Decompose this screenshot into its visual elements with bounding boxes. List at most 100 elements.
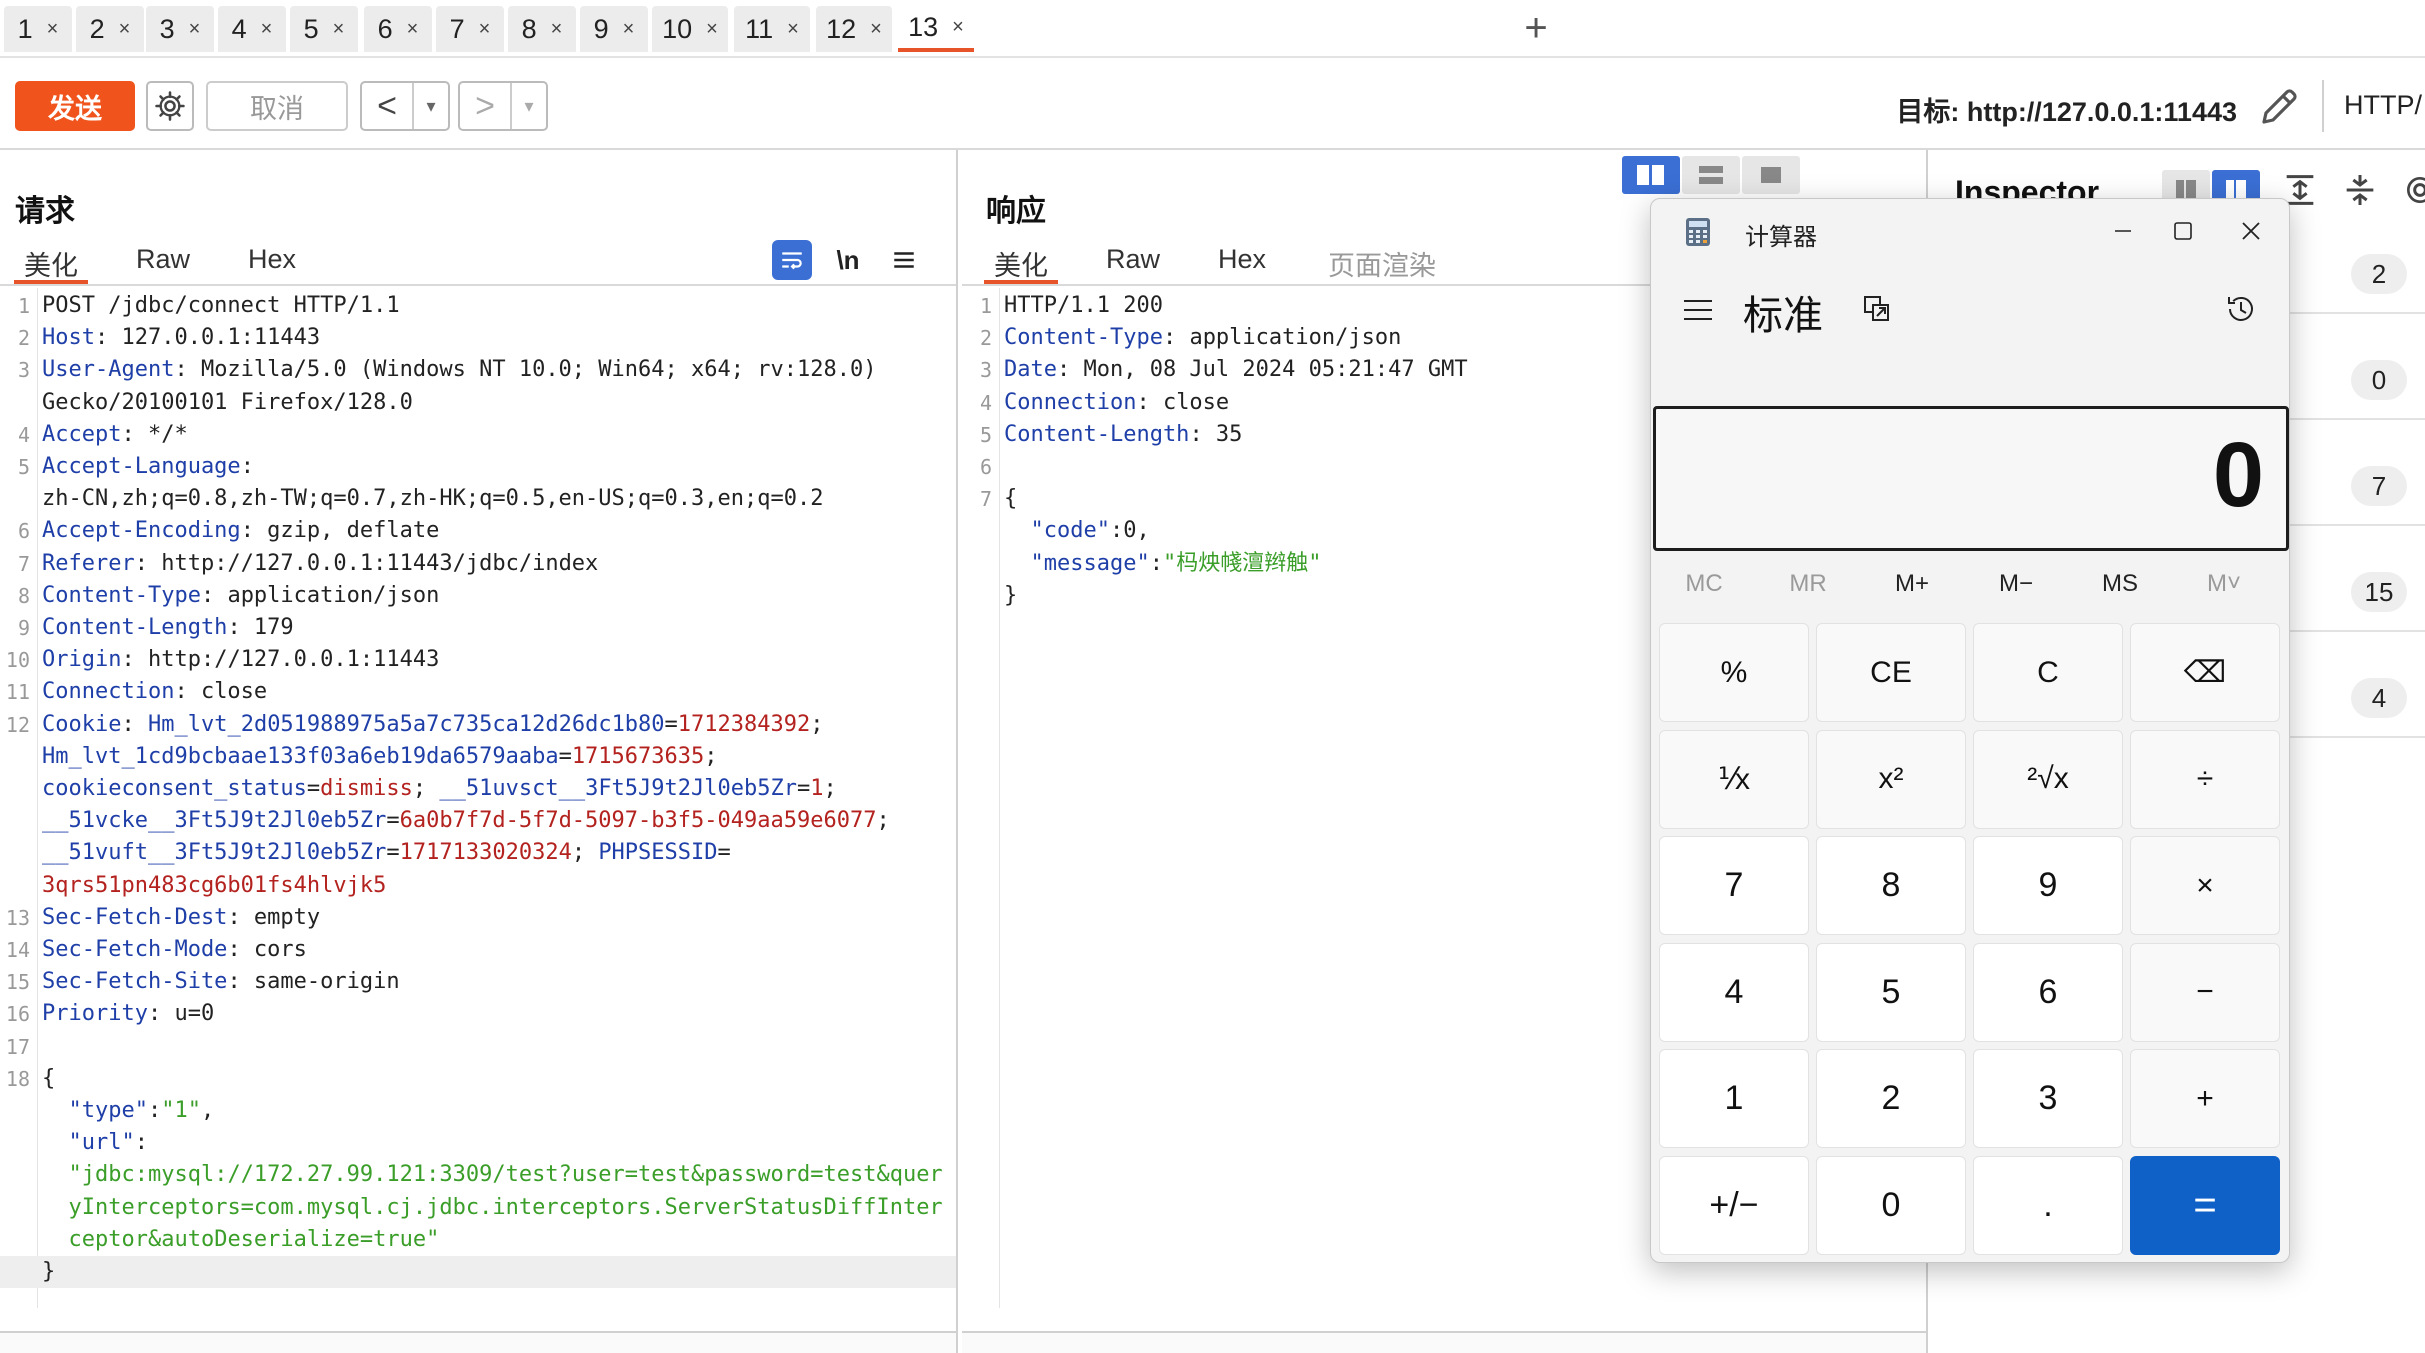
multiply-key[interactable]: ×	[2130, 836, 2280, 935]
equals-key[interactable]: =	[2130, 1155, 2280, 1255]
forward-arrow-icon[interactable]: >	[460, 83, 510, 129]
repeater-tab-bar: 1 × 2 × 3 × 4 × 5 × 6 × 7 × 8 × 9 × 10 × 11 × 12 × 13 × +	[0, 0, 2425, 58]
tab-3[interactable]: 3 ×	[146, 6, 214, 52]
close-button[interactable]	[2219, 207, 2283, 255]
tab-close-icon[interactable]: ×	[870, 18, 882, 41]
three-key[interactable]: 3	[1973, 1049, 2123, 1148]
eight-key[interactable]: 8	[1816, 836, 1966, 935]
keep-on-top-icon[interactable]	[1861, 293, 1893, 325]
tab-close-icon[interactable]: ×	[407, 18, 419, 41]
memory-list-button[interactable]: M˅	[2179, 570, 2269, 598]
tab-raw[interactable]: Raw	[1096, 244, 1170, 284]
word-wrap-toggle[interactable]	[772, 240, 812, 280]
mr-button[interactable]: MR	[1763, 570, 1853, 598]
backspace-key[interactable]: ⌫	[2130, 623, 2280, 722]
new-tab-button[interactable]: +	[1516, 8, 1556, 48]
two-key[interactable]: 2	[1816, 1049, 1966, 1148]
http-version-selector[interactable]: HTTP/	[2344, 90, 2422, 121]
one-key[interactable]: 1	[1659, 1049, 1809, 1148]
nine-key[interactable]: 9	[1973, 836, 2123, 935]
m-plus-button[interactable]: M+	[1867, 570, 1957, 598]
tab-close-icon[interactable]: ×	[333, 18, 345, 41]
percent-key[interactable]: %	[1659, 623, 1809, 722]
four-key[interactable]: 4	[1659, 942, 1809, 1042]
cancel-button[interactable]: 取消	[206, 81, 348, 131]
tab-render[interactable]: 页面渲染	[1318, 244, 1446, 284]
tab-close-icon[interactable]: ×	[623, 18, 635, 41]
m-minus-button[interactable]: M−	[1971, 570, 2061, 598]
tab-close-icon[interactable]: ×	[787, 18, 799, 41]
divide-key[interactable]: ÷	[2130, 729, 2280, 829]
tab-2[interactable]: 2 ×	[76, 6, 144, 52]
tab-6[interactable]: 6 ×	[364, 6, 432, 52]
tab-4[interactable]: 4 ×	[218, 6, 286, 52]
tab-9[interactable]: 9 ×	[580, 6, 648, 52]
tab-10[interactable]: 10 ×	[652, 6, 728, 52]
tab-12[interactable]: 12 ×	[816, 6, 892, 52]
back-history-dropdown[interactable]: ▾	[412, 83, 448, 129]
six-key[interactable]: 6	[1973, 942, 2123, 1042]
back-navigation[interactable]: < ▾	[360, 81, 450, 131]
editor-menu-button[interactable]	[884, 240, 924, 280]
edit-target-icon[interactable]	[2256, 82, 2304, 130]
navigation-menu-icon[interactable]	[1681, 295, 1715, 325]
tab-1[interactable]: 1 ×	[4, 6, 72, 52]
layout-side-by-side-button[interactable]	[1622, 156, 1680, 194]
history-icon[interactable]	[2223, 291, 2259, 327]
code-token: : 179	[227, 615, 294, 640]
request-editor[interactable]: 1 POST /jdbc/connect HTTP/1.1 2 Host: 127.0…	[0, 288, 956, 1308]
five-key[interactable]: 5	[1816, 942, 1966, 1042]
layout-single-button[interactable]	[1742, 156, 1800, 194]
add-key[interactable]: +	[2130, 1049, 2280, 1148]
tab-close-icon[interactable]: ×	[189, 18, 201, 41]
line-content: {	[42, 1063, 55, 1095]
tab-13[interactable]: 13 ×	[898, 6, 974, 52]
rows-icon	[1699, 166, 1723, 184]
tab-close-icon[interactable]: ×	[261, 18, 273, 41]
layout-stacked-button[interactable]	[1682, 156, 1740, 194]
tab-close-icon[interactable]: ×	[706, 18, 718, 41]
tab-close-icon[interactable]: ×	[479, 18, 491, 41]
square-root-key[interactable]: ²√x	[1973, 729, 2123, 829]
send-button[interactable]: 发送	[15, 81, 135, 131]
collapse-all-icon[interactable]	[2340, 170, 2380, 210]
tab-hex[interactable]: Hex	[238, 244, 306, 284]
tab-close-icon[interactable]: ×	[47, 18, 59, 41]
tab-raw[interactable]: Raw	[126, 244, 200, 284]
tab-close-icon[interactable]: ×	[551, 18, 563, 41]
tab-close-icon[interactable]: ×	[952, 16, 964, 39]
settings-button[interactable]	[146, 81, 194, 131]
minimize-button[interactable]	[2091, 207, 2155, 255]
square-key[interactable]: x²	[1816, 729, 1966, 829]
code-token: Connection	[42, 679, 175, 705]
zero-key[interactable]: 0	[1816, 1155, 1966, 1255]
inspector-settings-icon[interactable]	[2400, 170, 2425, 210]
back-arrow-icon[interactable]: <	[362, 83, 412, 129]
show-newlines-toggle[interactable]: \n	[828, 245, 868, 276]
calculator-titlebar[interactable]: 计算器	[1651, 199, 2289, 263]
negate-key[interactable]: +/−	[1659, 1155, 1809, 1255]
forward-navigation[interactable]: > ▾	[458, 81, 548, 131]
tab-hex[interactable]: Hex	[1208, 244, 1276, 284]
reciprocal-key[interactable]: ⅟x	[1659, 729, 1809, 829]
tab-11[interactable]: 11 ×	[734, 6, 810, 52]
mc-button[interactable]: MC	[1659, 570, 1749, 598]
tab-pretty[interactable]: 美化	[14, 244, 88, 284]
maximize-button[interactable]	[2151, 207, 2215, 255]
tab-7[interactable]: 7 ×	[436, 6, 504, 52]
decimal-key[interactable]: .	[1973, 1155, 2123, 1255]
tab-5[interactable]: 5 ×	[290, 6, 358, 52]
tab-close-icon[interactable]: ×	[119, 18, 131, 41]
clear-entry-key[interactable]: CE	[1816, 623, 1966, 722]
tab-8[interactable]: 8 ×	[508, 6, 576, 52]
ms-button[interactable]: MS	[2075, 570, 2165, 598]
tab-pretty[interactable]: 美化	[984, 244, 1058, 284]
subtract-key[interactable]: −	[2130, 942, 2280, 1042]
clear-key[interactable]: C	[1973, 623, 2123, 722]
line-content: Referer: http://127.0.0.1:11443/jdbc/ind…	[42, 548, 598, 580]
seven-key[interactable]: 7	[1659, 836, 1809, 935]
forward-history-dropdown[interactable]: ▾	[510, 83, 546, 129]
code-token: cookieconsent_status	[42, 776, 307, 801]
